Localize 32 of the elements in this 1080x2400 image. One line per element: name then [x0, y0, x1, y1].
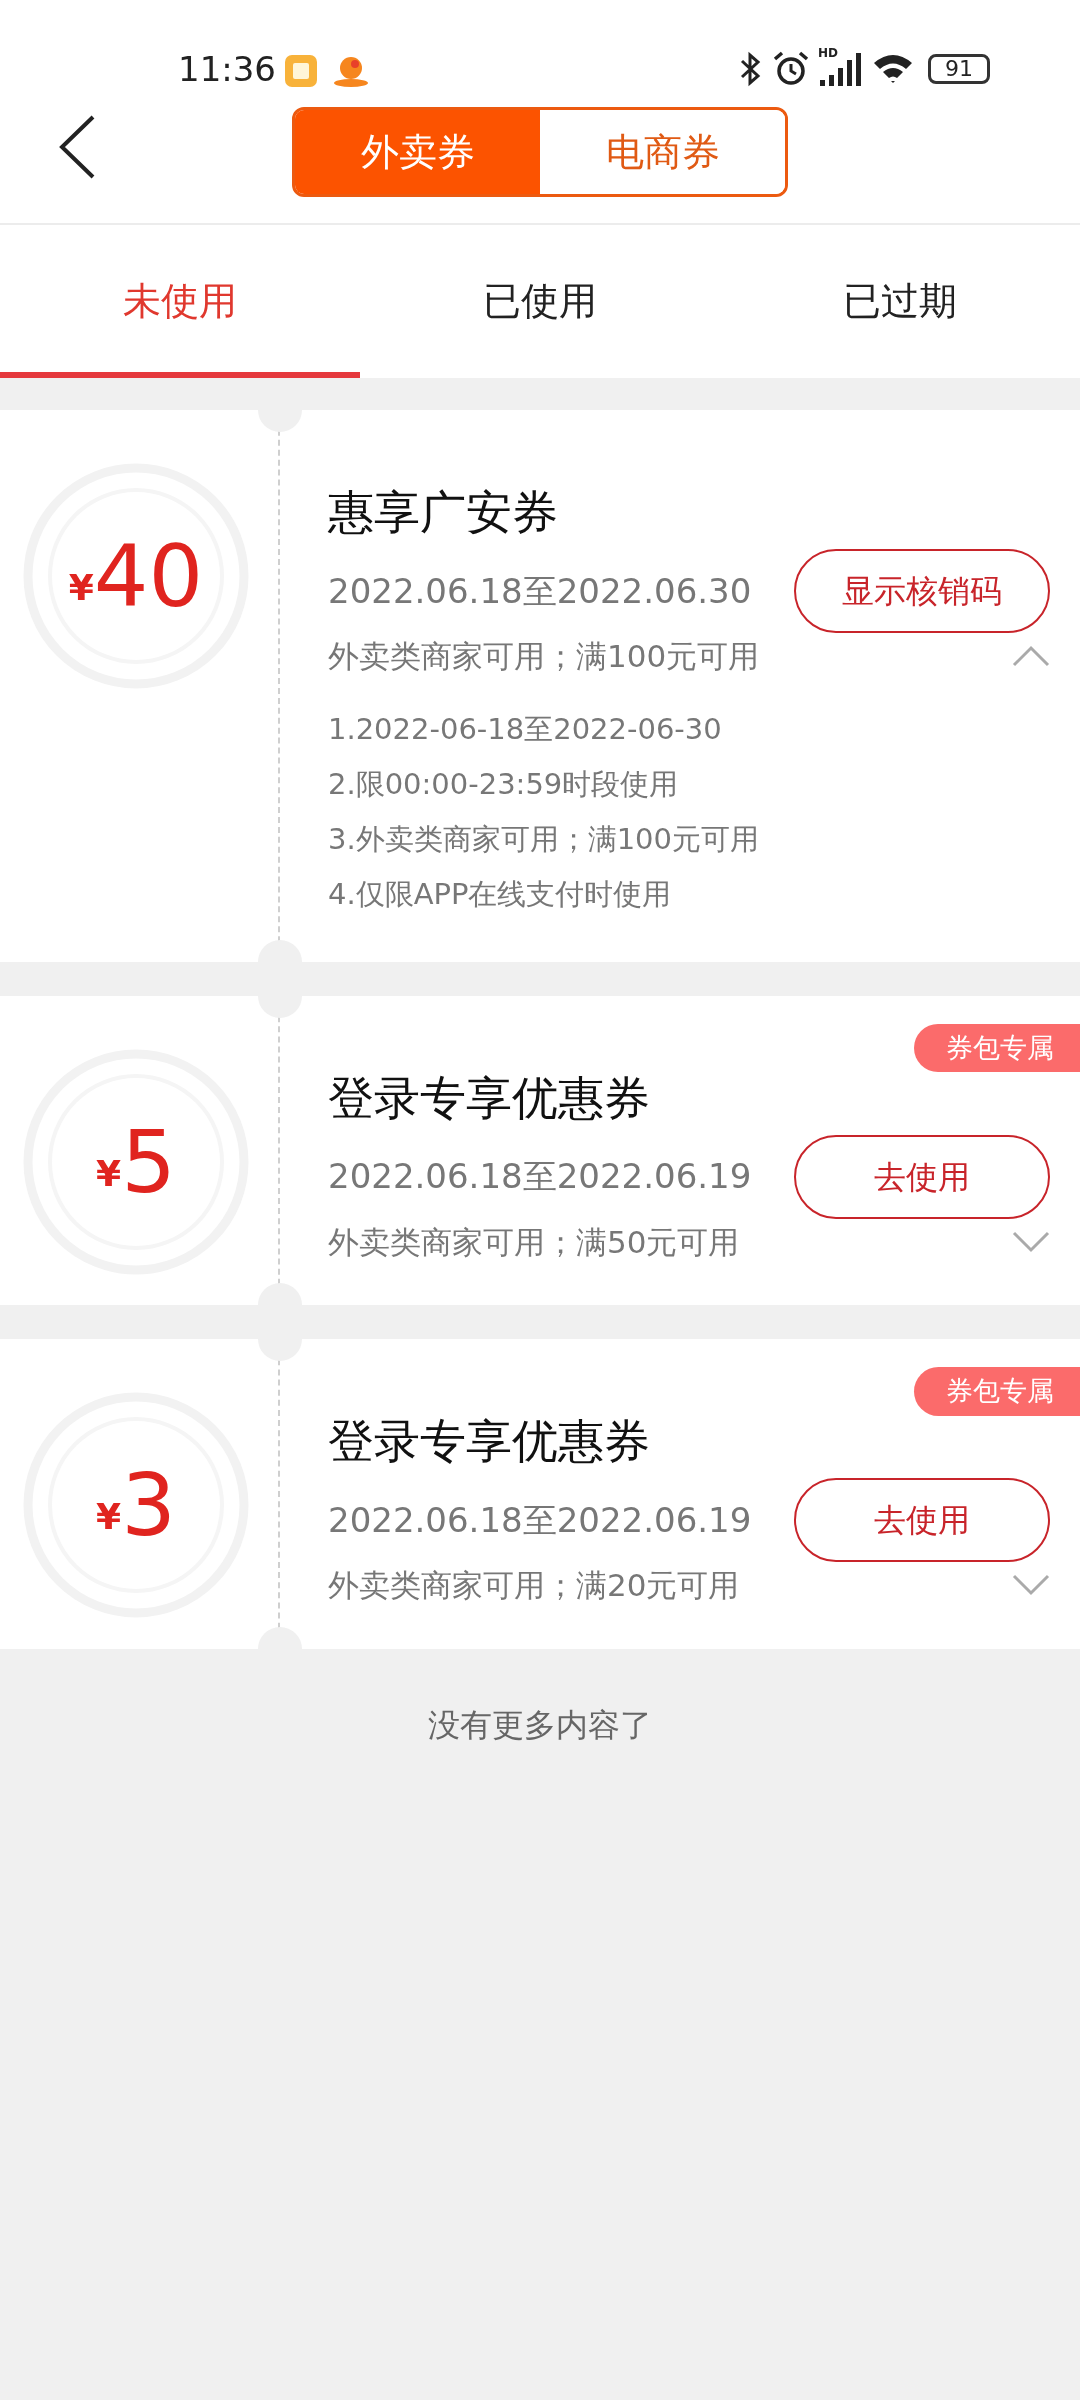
- validity-date: 2022.06.18至2022.06.19: [328, 1498, 752, 1542]
- battery-icon: 91: [928, 54, 990, 84]
- coupon-action-button[interactable]: 去使用: [794, 1478, 1050, 1562]
- collapse-chevron-icon[interactable]: [1012, 645, 1050, 668]
- coupon-title: 登录专享优惠券: [328, 1069, 651, 1127]
- usage-condition: 外卖类商家可用；满100元可用: [328, 637, 760, 676]
- rule-text: 1.2022-06-18至2022-06-30: [328, 710, 723, 748]
- app-icon: [332, 54, 370, 88]
- expand-chevron-icon[interactable]: [1012, 1574, 1050, 1597]
- coupon-action-button[interactable]: 显示核销码: [794, 549, 1050, 633]
- validity-date: 2022.06.18至2022.06.19: [328, 1155, 752, 1198]
- status-time: 11:36: [178, 47, 276, 91]
- rule-text: 4.仅限APP在线支付时使用: [328, 875, 673, 913]
- coupon-title: 惠享广安券: [328, 484, 559, 541]
- gallery-icon: [284, 54, 318, 88]
- usage-condition: 外卖类商家可用；满50元可用: [328, 1222, 740, 1262]
- rule-text: 3.外卖类商家可用；满100元可用: [328, 820, 761, 858]
- expand-chevron-icon[interactable]: [1012, 1230, 1050, 1253]
- usage-condition: 外卖类商家可用；满20元可用: [328, 1566, 740, 1605]
- exclusive-tag: 券包专属: [914, 1367, 1080, 1416]
- exclusive-tag: 券包专属: [914, 1023, 1080, 1072]
- end-of-list-text: 没有更多内容了: [427, 1704, 653, 1746]
- coupon-amount: ¥3: [96, 1462, 176, 1548]
- segment-tab[interactable]: 外卖券: [295, 110, 540, 194]
- alarm-icon: [772, 50, 810, 88]
- coupon-amount: ¥5: [96, 1118, 176, 1205]
- coupon-action-button[interactable]: 去使用: [794, 1134, 1050, 1219]
- coupon-title: 登录专享优惠券: [328, 1413, 651, 1470]
- validity-date: 2022.06.18至2022.06.30: [328, 569, 752, 613]
- wifi-icon: [872, 53, 914, 85]
- coupon-amount: ¥40: [68, 533, 204, 619]
- rule-text: 2.限00:00-23:59时段使用: [328, 765, 680, 803]
